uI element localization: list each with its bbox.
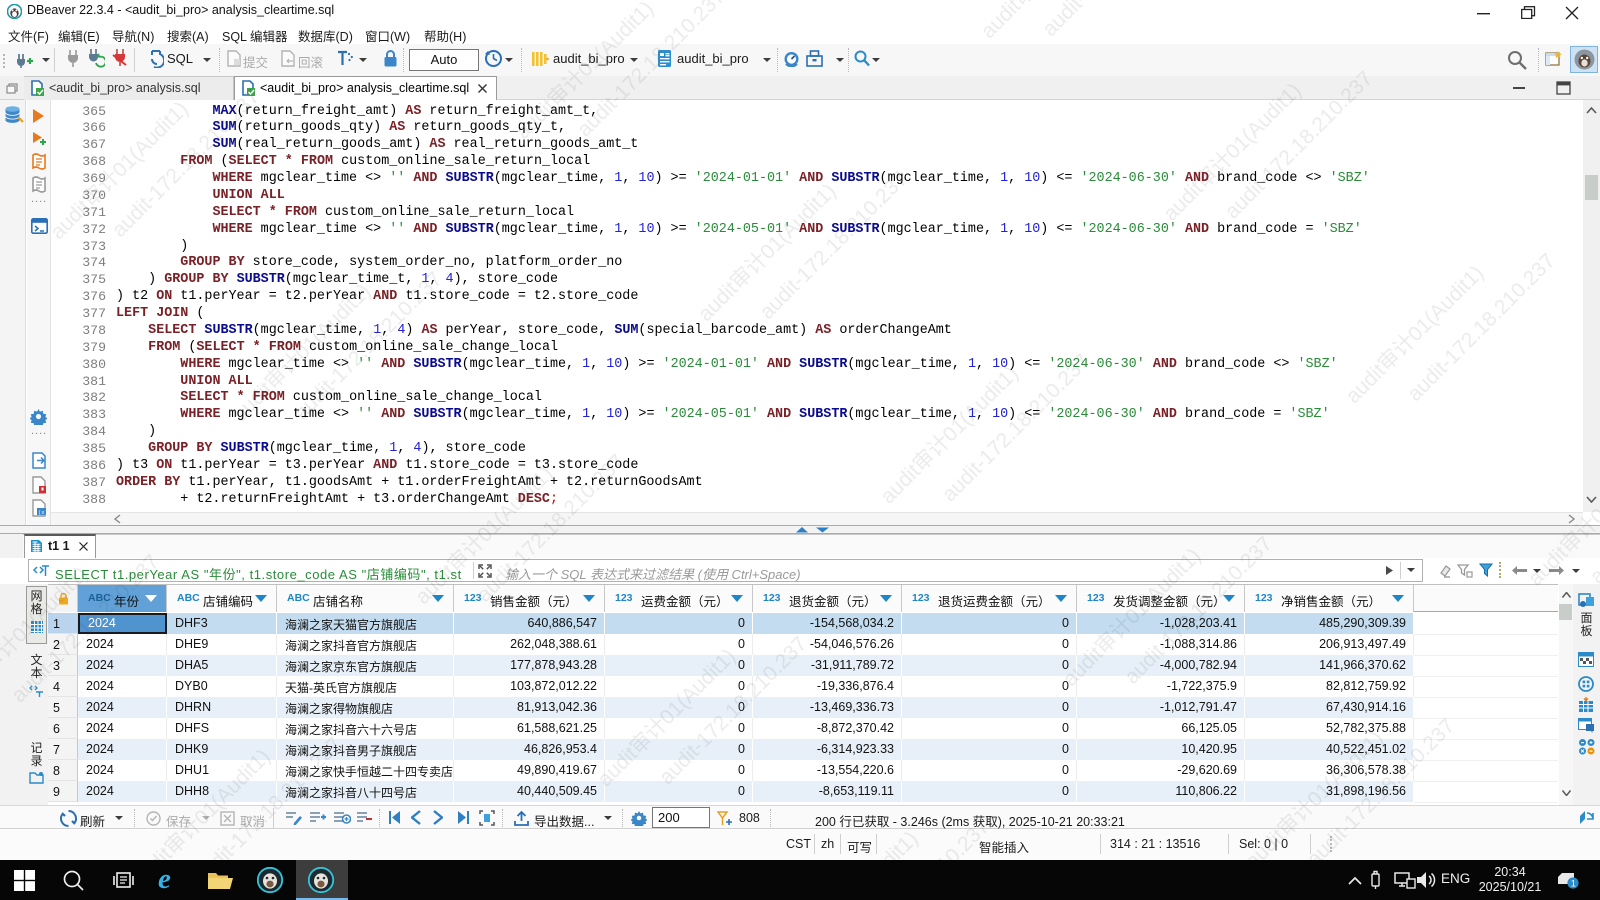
svg-text:1: 1 xyxy=(1571,878,1576,888)
svg-text:(x): (x) xyxy=(38,509,47,516)
